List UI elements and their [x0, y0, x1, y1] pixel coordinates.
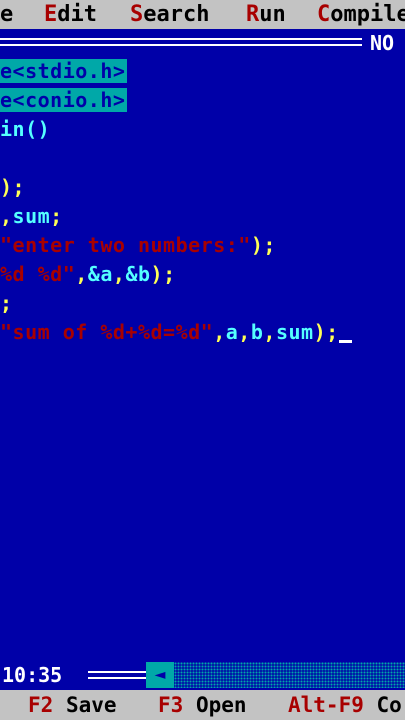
- menu-run[interactable]: Run: [246, 0, 286, 29]
- status-bar: 10:35 ◄: [0, 660, 405, 690]
- horizontal-scrollbar[interactable]: [174, 662, 405, 688]
- scroll-left-arrow-icon[interactable]: ◄: [146, 662, 174, 688]
- text-cursor: [338, 340, 352, 343]
- status-double-line-top: [88, 671, 146, 673]
- menu-file[interactable]: e: [0, 0, 13, 29]
- code-line-7[interactable]: "enter two numbers:");: [0, 231, 276, 260]
- selected-text: e<stdio.h>: [0, 59, 128, 83]
- code-editor[interactable]: e<stdio.h> e<conio.h> in() ); ,sum; "ent…: [0, 57, 405, 657]
- code-line-3[interactable]: in(): [0, 115, 50, 144]
- selected-text: e<conio.h>: [0, 88, 128, 112]
- title-double-line-bottom: [0, 44, 362, 46]
- code-line-10[interactable]: "sum of %d+%d=%d",a,b,sum);: [0, 318, 352, 347]
- code-line-1[interactable]: e<stdio.h>: [0, 57, 128, 86]
- code-line-6[interactable]: ,sum;: [0, 202, 63, 231]
- fkey-open[interactable]: F3 Open: [158, 690, 247, 720]
- code-line-5[interactable]: );: [0, 173, 25, 202]
- title-double-line-top: [0, 38, 362, 40]
- code-line-9[interactable]: ;: [0, 289, 13, 318]
- fkey-compile[interactable]: Alt-F9 Co: [288, 690, 402, 720]
- menu-search[interactable]: Search: [130, 0, 209, 29]
- menu-edit[interactable]: Edit: [44, 0, 97, 29]
- code-line-2[interactable]: e<conio.h>: [0, 86, 128, 115]
- status-double-line-bottom: [88, 677, 146, 679]
- window-title: NO: [370, 31, 395, 55]
- window-title-bar: NO: [0, 31, 405, 55]
- menu-bar: e Edit Search Run Compile: [0, 0, 405, 29]
- code-line-8[interactable]: %d %d",&a,&b);: [0, 260, 176, 289]
- function-key-bar: F2 Save F3 Open Alt-F9 Co: [0, 690, 405, 720]
- menu-compile[interactable]: Compile: [317, 0, 405, 29]
- cursor-position: 10:35: [2, 663, 63, 687]
- fkey-save[interactable]: F2 Save: [28, 690, 117, 720]
